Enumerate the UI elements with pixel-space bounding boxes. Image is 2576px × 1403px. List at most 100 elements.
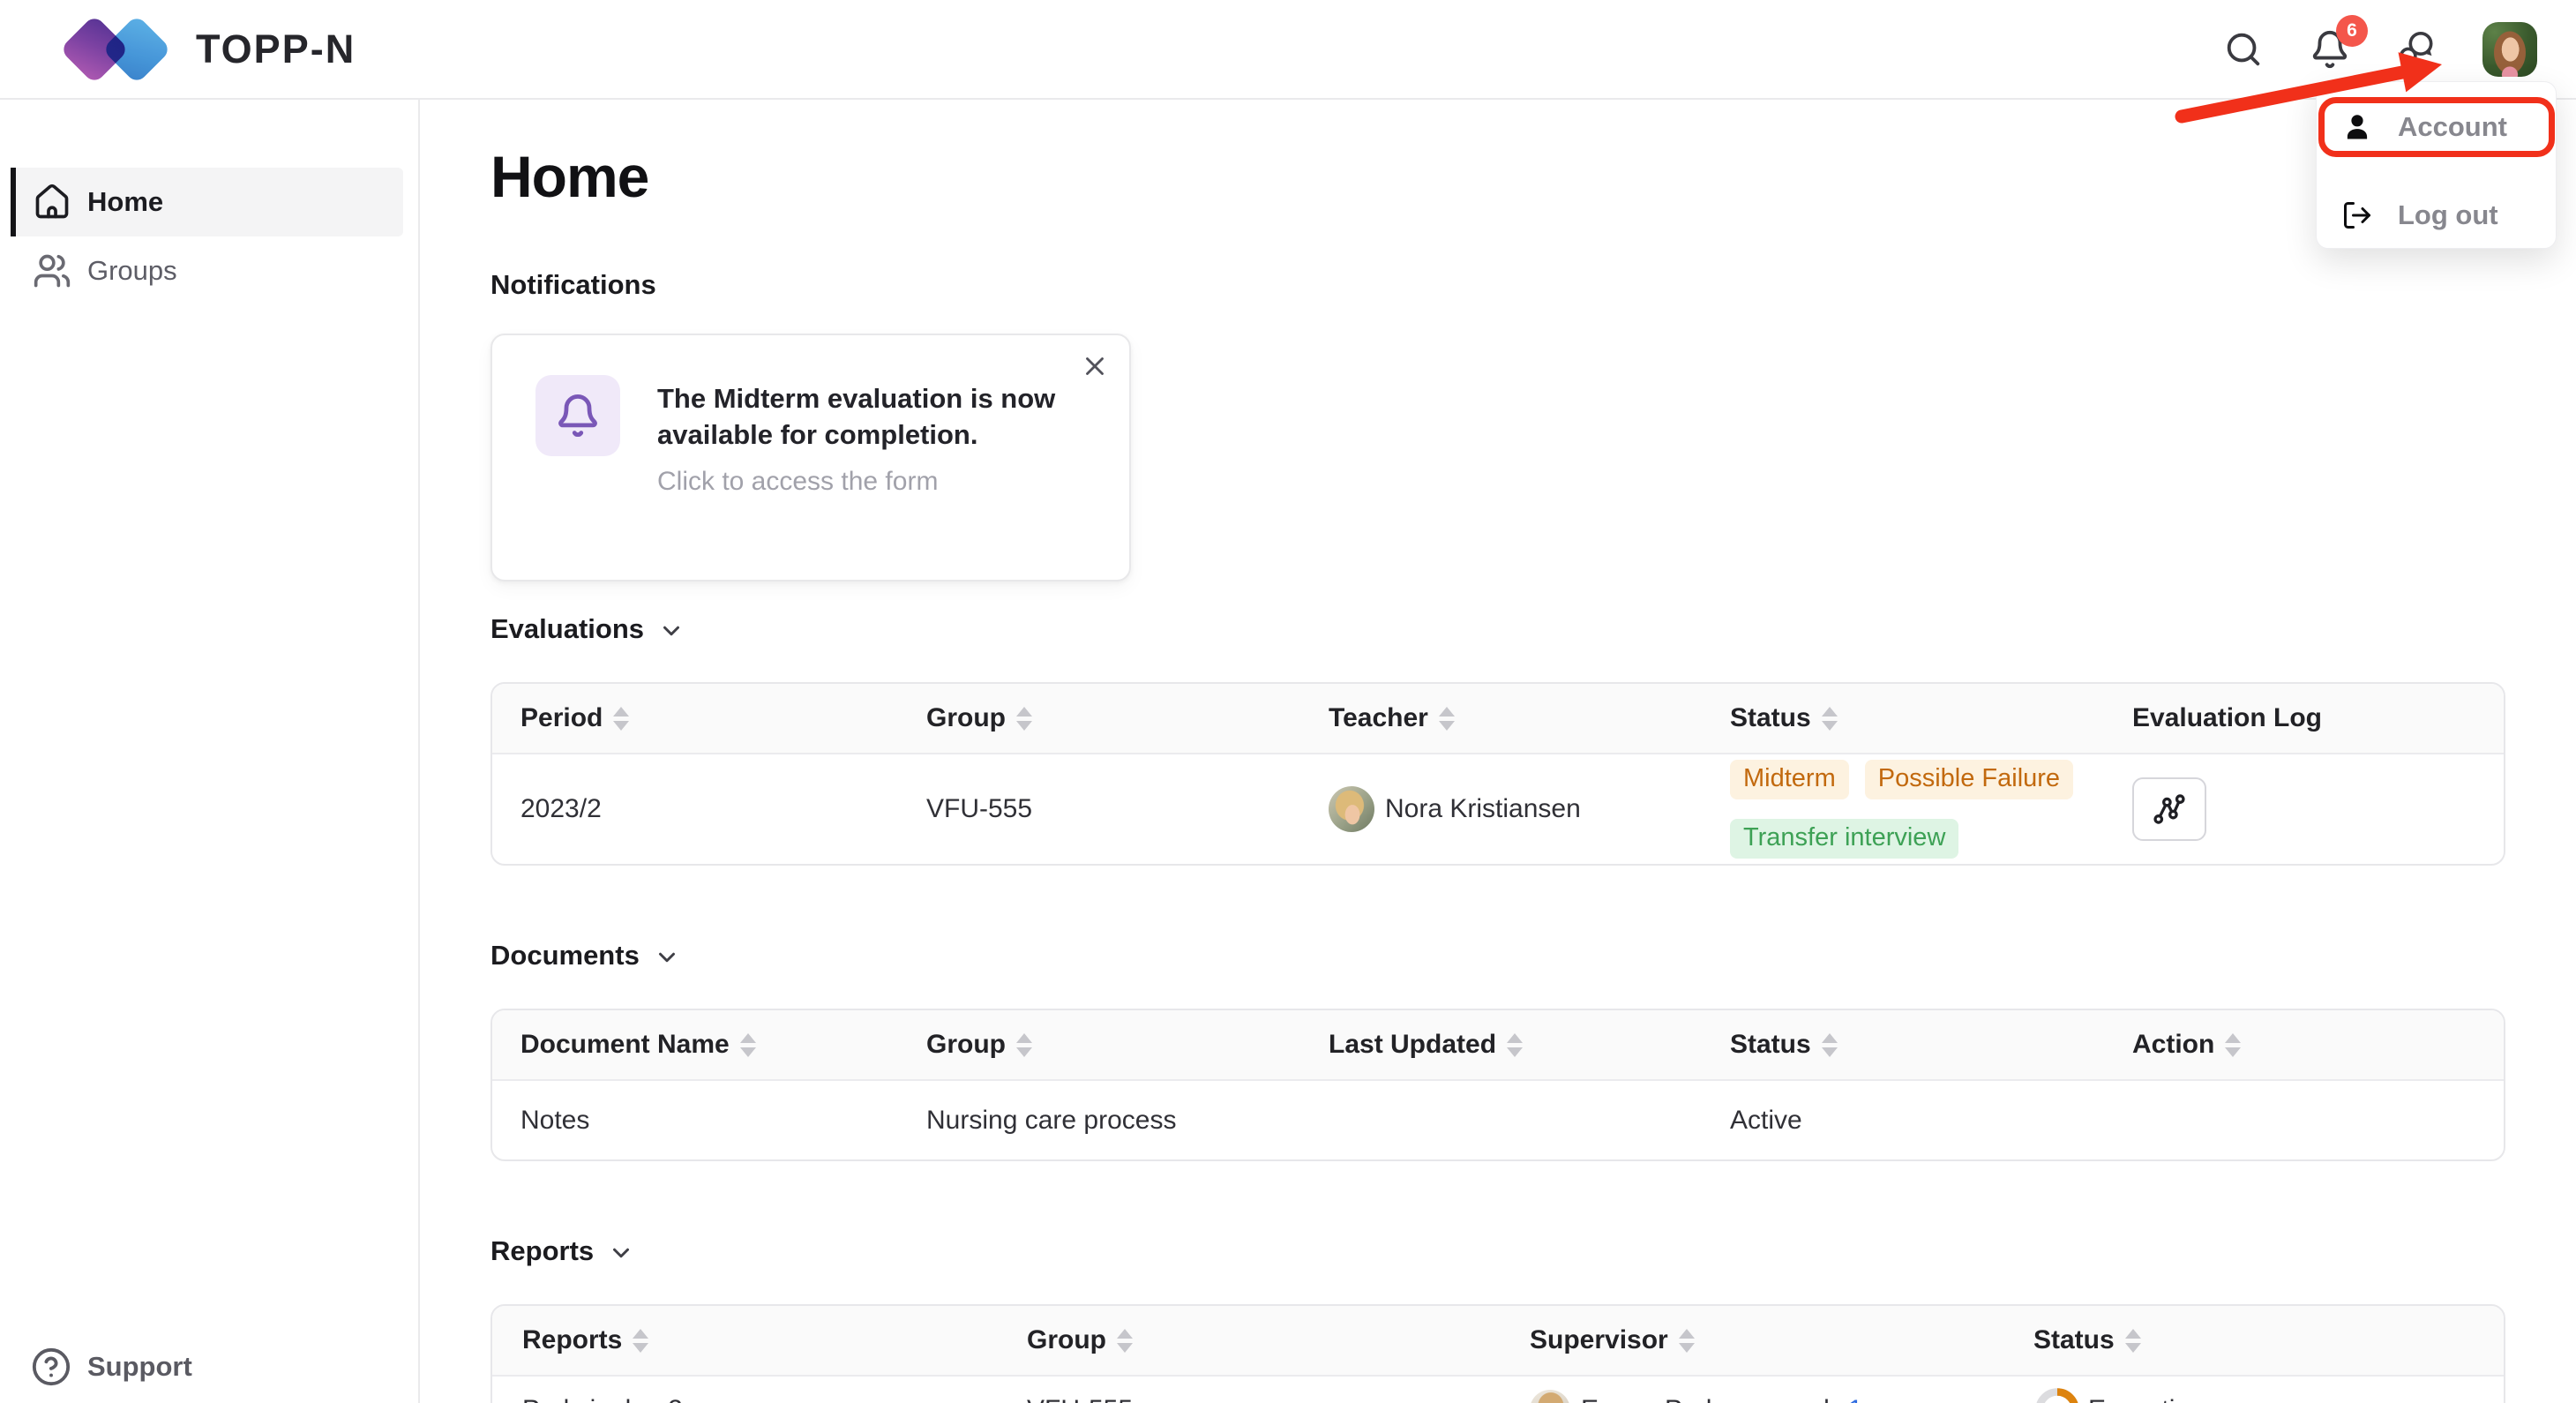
- notification-title: The Midterm evaluation is now available …: [657, 380, 1063, 453]
- reports-table-header: Reports Group Supervisor Status: [492, 1306, 2504, 1377]
- cell-status: Active: [1730, 1106, 2132, 1136]
- report-status-text: Execution: [2088, 1395, 2205, 1403]
- bell-icon: [555, 393, 601, 439]
- column-header-period[interactable]: Period: [520, 684, 926, 753]
- logout-icon: [2341, 199, 2373, 231]
- sort-icon: [613, 707, 629, 731]
- evaluations-section-header[interactable]: Evaluations: [490, 613, 2505, 645]
- account-menu-label: Account: [2398, 111, 2507, 143]
- notification-bell-tile: [535, 375, 620, 456]
- user-avatar[interactable]: [2482, 22, 2537, 77]
- brand-name: TOPP-N: [196, 26, 356, 72]
- notification-text: The Midterm evaluation is now available …: [657, 375, 1129, 497]
- column-header-status[interactable]: Status: [1730, 684, 2132, 753]
- brand-logo[interactable]: TOPP-N: [66, 20, 356, 79]
- supervisor-names: Emma Pedersen and: [1581, 1395, 1830, 1403]
- column-header-supervisor[interactable]: Supervisor: [1530, 1306, 2033, 1375]
- close-icon[interactable]: [1080, 351, 1110, 381]
- supervisor-more-link[interactable]: 1more: [1848, 1395, 1923, 1403]
- documents-label-text: Documents: [490, 940, 640, 972]
- cell-group: Nursing care process: [926, 1106, 1329, 1136]
- sidebar-item-label: Home: [87, 186, 163, 218]
- chevron-down-icon: [658, 618, 685, 644]
- menu-item-account[interactable]: Account: [2341, 100, 2538, 154]
- sort-icon: [1117, 1329, 1133, 1353]
- evaluations-table-row[interactable]: 2023/2 VFU-555 Nora Kristiansen Midterm …: [492, 754, 2504, 864]
- cell-status: Midterm Possible Failure Transfer interv…: [1730, 760, 2132, 859]
- cell-teacher: Nora Kristiansen: [1329, 786, 1730, 832]
- status-badge: Transfer interview: [1730, 819, 1958, 859]
- logo-diamond-blue: [101, 14, 171, 84]
- support-chat-icon[interactable]: [2396, 29, 2437, 70]
- sidebar-item-groups[interactable]: Groups: [11, 236, 403, 305]
- chevron-down-icon: [654, 944, 680, 971]
- sort-icon: [1439, 707, 1455, 731]
- column-header-evaluation-log[interactable]: Evaluation Log: [2132, 684, 2504, 753]
- status-badge: Midterm: [1730, 760, 1849, 799]
- search-icon[interactable]: [2223, 29, 2264, 70]
- avatar: [1530, 1390, 1570, 1403]
- home-icon: [33, 183, 71, 221]
- cell-supervisor: Emma Pedersen and 1more: [1530, 1390, 2033, 1403]
- reports-table-row[interactable]: Praksis dag 2 VFU-555 Emma Pedersen and …: [492, 1377, 2504, 1403]
- column-header-status[interactable]: Status: [2033, 1306, 2504, 1375]
- sort-icon: [1016, 1033, 1032, 1057]
- column-header-last-updated[interactable]: Last Updated: [1329, 1010, 1730, 1079]
- notification-subtitle: Click to access the form: [657, 467, 1129, 497]
- sidebar-item-support[interactable]: Support: [31, 1347, 192, 1387]
- cell-period: 2023/2: [520, 794, 926, 824]
- documents-section-header[interactable]: Documents: [490, 940, 2505, 972]
- sort-icon: [1822, 707, 1838, 731]
- topbar: TOPP-N 6: [0, 0, 2576, 100]
- sort-icon: [633, 1329, 648, 1353]
- groups-icon: [33, 251, 71, 290]
- teacher-name: Nora Kristiansen: [1385, 794, 1581, 824]
- column-header-group[interactable]: Group: [926, 1010, 1329, 1079]
- notifications-section-label: Notifications: [490, 269, 2505, 301]
- notifications-label-text: Notifications: [490, 269, 656, 301]
- cell-evaluation-log: [2132, 777, 2504, 841]
- chevron-down-icon: [608, 1240, 634, 1266]
- column-header-group[interactable]: Group: [926, 684, 1329, 753]
- sidebar-item-label: Groups: [87, 255, 177, 287]
- reports-section-header[interactable]: Reports: [490, 1235, 2505, 1267]
- evaluations-table: Period Group Teacher Status Evaluation L…: [490, 682, 2505, 866]
- cell-status: Execution: [2033, 1386, 2504, 1403]
- evaluation-log-button[interactable]: [2132, 777, 2206, 841]
- main-content: Home Notifications The Midterm evaluatio…: [421, 100, 2576, 1403]
- documents-table-row[interactable]: Notes Nursing care process Active: [492, 1081, 2504, 1159]
- column-header-teacher[interactable]: Teacher: [1329, 684, 1730, 753]
- support-label: Support: [87, 1351, 192, 1383]
- evaluations-label-text: Evaluations: [490, 613, 644, 645]
- topbar-actions: 6: [2223, 22, 2537, 77]
- sort-icon: [1822, 1033, 1838, 1057]
- column-header-action[interactable]: Action: [2132, 1010, 2504, 1079]
- help-circle-icon: [31, 1347, 71, 1387]
- avatar: [1329, 786, 1374, 832]
- evaluations-table-header: Period Group Teacher Status Evaluation L…: [492, 684, 2504, 754]
- notification-card[interactable]: The Midterm evaluation is now available …: [490, 334, 1131, 581]
- notification-count-badge: 6: [2336, 15, 2368, 47]
- waypoints-icon: [2151, 791, 2188, 828]
- notifications-bell-icon[interactable]: 6: [2310, 29, 2350, 70]
- reports-label-text: Reports: [490, 1235, 594, 1267]
- logout-menu-label: Log out: [2398, 199, 2498, 231]
- sort-icon: [740, 1033, 756, 1057]
- status-badges: Midterm Possible Failure Transfer interv…: [1730, 760, 2118, 859]
- column-header-status[interactable]: Status: [1730, 1010, 2132, 1079]
- status-badge: Possible Failure: [1865, 760, 2073, 799]
- column-header-document-name[interactable]: Document Name: [520, 1010, 926, 1079]
- progress-ring: [2033, 1386, 2081, 1403]
- documents-table-header: Document Name Group Last Updated Status …: [492, 1010, 2504, 1081]
- person-icon: [2341, 111, 2373, 143]
- column-header-group[interactable]: Group: [1027, 1306, 1530, 1375]
- sort-icon: [1016, 707, 1032, 731]
- column-header-reports[interactable]: Reports: [522, 1306, 1027, 1375]
- cell-document-name: Notes: [520, 1106, 926, 1136]
- sidebar-item-home[interactable]: Home: [11, 168, 403, 236]
- documents-table: Document Name Group Last Updated Status …: [490, 1009, 2505, 1161]
- menu-item-logout[interactable]: Log out: [2341, 188, 2538, 243]
- reports-table: Reports Group Supervisor Status Praksis …: [490, 1304, 2505, 1403]
- sort-icon: [1507, 1033, 1523, 1057]
- cell-group: VFU-555: [1027, 1395, 1530, 1403]
